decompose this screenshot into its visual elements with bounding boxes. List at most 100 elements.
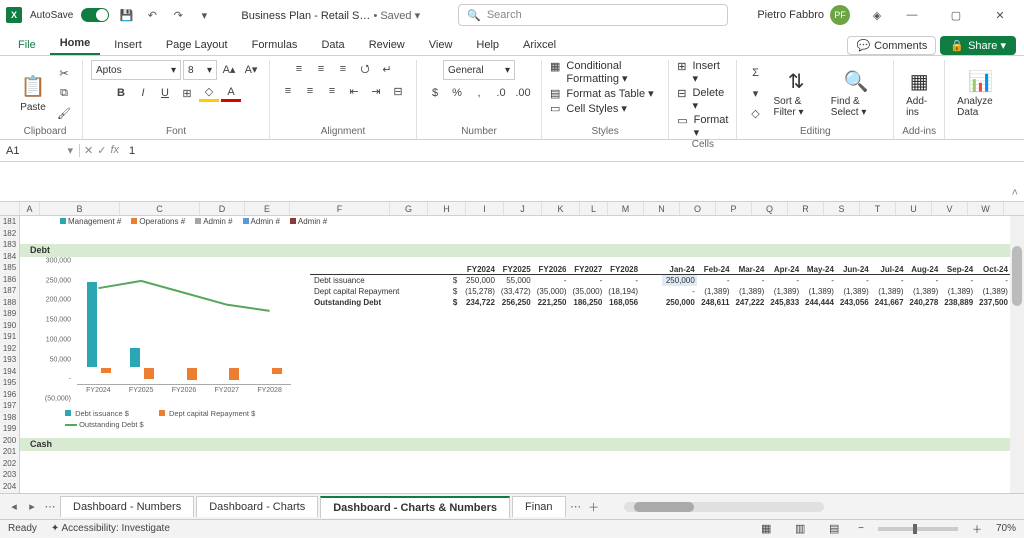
bold-button[interactable]: B [111,84,131,102]
cancel-fx-icon[interactable]: ✕ [84,144,93,157]
fmt-table-button[interactable]: ▤ Format as Table ▾ [550,87,654,100]
grid-area[interactable]: Management #Operations #Admin #Admin #Ad… [20,216,1010,493]
zoom-slider[interactable] [878,527,958,531]
sheet-tab[interactable]: Finan [512,496,566,517]
fill-icon[interactable]: ▾ [745,84,765,102]
zoom-level[interactable]: 70% [996,523,1016,534]
tab-formulas[interactable]: Formulas [242,35,308,55]
dec-dec-icon[interactable]: .00 [513,84,533,102]
new-sheet-button[interactable]: ＋ [586,499,602,515]
merge-icon[interactable]: ⊟ [388,82,408,100]
analyze-data-button[interactable]: 📊Analyze Data [953,66,1008,120]
align-left-icon[interactable]: ≡ [278,82,298,100]
view-break-icon[interactable]: ▤ [824,520,844,538]
tab-nav-prev[interactable]: ◂ [6,500,22,513]
view-normal-icon[interactable]: ▦ [756,520,776,538]
save-icon[interactable]: 💾 [117,6,135,24]
share-button[interactable]: 🔒 Share ▾ [940,36,1016,55]
fill-color-icon[interactable]: ◇ [199,84,219,102]
tab-review[interactable]: Review [359,35,415,55]
sheet-tab-active[interactable]: Dashboard - Charts & Numbers [320,496,510,518]
diamond-icon[interactable]: ◈ [868,6,886,24]
tab-file[interactable]: File [8,35,46,55]
qat-overflow-icon[interactable]: ▾ [195,6,213,24]
group-clipboard: 📋Paste ✂ ⧉ 🖌 Clipboard [8,60,83,139]
close-icon[interactable]: ✕ [982,1,1018,29]
sheet-tab[interactable]: Dashboard - Numbers [60,496,194,517]
column-headers[interactable]: ABCDEFGHIJKLMNOPQRSTUVW [0,202,1024,216]
format-painter-icon[interactable]: 🖌 [54,104,74,122]
autosave-toggle[interactable] [81,8,109,22]
copy-icon[interactable]: ⧉ [54,84,74,102]
addins-button[interactable]: ▦Add-ins [902,66,936,120]
tab-help[interactable]: Help [466,35,509,55]
vertical-scrollbar[interactable] [1010,216,1024,493]
minimize-icon[interactable]: — [894,1,930,29]
find-select-button[interactable]: 🔍Find & Select ▾ [827,66,885,120]
tab-insert[interactable]: Insert [104,35,152,55]
worksheet[interactable]: ABCDEFGHIJKLMNOPQRSTUVW 1811821831841851… [0,202,1024,493]
wrap-text-icon[interactable]: ↵ [377,60,397,78]
align-bot-icon[interactable]: ≡ [333,60,353,78]
group-styles: ▦ Conditional Formatting ▾ ▤ Format as T… [542,60,669,139]
horizontal-scrollbar[interactable] [624,502,824,512]
tab-nav-overflow[interactable]: ⋯ [568,500,584,513]
align-mid-icon[interactable]: ≡ [311,60,331,78]
sort-filter-button[interactable]: ⇅Sort & Filter ▾ [769,66,822,120]
group-font: Aptos▾ 8▾ A▴ A▾ B I U ⊞ ◇ A Font [83,60,270,139]
name-box[interactable]: A1▾ [0,144,80,157]
number-format-select[interactable]: General▾ [443,60,515,80]
currency-icon[interactable]: $ [425,84,445,102]
cond-fmt-button[interactable]: ▦ Conditional Formatting ▾ [550,60,660,85]
tab-home[interactable]: Home [50,33,101,55]
accessibility-status[interactable]: ✦ Accessibility: Investigate [51,523,170,534]
font-size-select[interactable]: 8▾ [183,60,217,80]
tab-nav-next[interactable]: ▸ [24,500,40,513]
autosum-icon[interactable]: Σ [745,64,765,82]
paste-button[interactable]: 📋Paste [16,72,50,115]
indent-dec-icon[interactable]: ⇤ [344,82,364,100]
view-layout-icon[interactable]: ▥ [790,520,810,538]
italic-button[interactable]: I [133,84,153,102]
insert-cells-button[interactable]: ⊞ Insert ▾ [677,60,728,85]
enter-fx-icon[interactable]: ✓ [97,144,106,157]
row-headers[interactable]: 1811821831841851861871881891901911921931… [0,216,20,493]
font-color-icon[interactable]: A [221,84,241,102]
search-input[interactable]: 🔍 Search [458,4,728,26]
underline-button[interactable]: U [155,84,175,102]
orientation-icon[interactable]: ⭯ [355,60,375,78]
borders-icon[interactable]: ⊞ [177,84,197,102]
sheet-tab[interactable]: Dashboard - Charts [196,496,318,517]
maximize-icon[interactable]: ▢ [938,1,974,29]
zoom-in-button[interactable]: ＋ [972,521,982,536]
collapse-fx-icon[interactable]: ˄ [1012,187,1018,199]
align-center-icon[interactable]: ≡ [300,82,320,100]
inc-dec-icon[interactable]: .0 [491,84,511,102]
tab-page-layout[interactable]: Page Layout [156,35,238,55]
cell-styles-button[interactable]: ▭ Cell Styles ▾ [550,102,627,115]
shrink-font-icon[interactable]: A▾ [241,60,261,78]
format-cells-button[interactable]: ▭ Format ▾ [677,114,728,139]
indent-inc-icon[interactable]: ⇥ [366,82,386,100]
undo-icon[interactable]: ↶ [143,6,161,24]
font-name-select[interactable]: Aptos▾ [91,60,181,80]
redo-icon[interactable]: ↷ [169,6,187,24]
fx-icon[interactable]: fx [110,144,119,157]
zoom-out-button[interactable]: − [858,523,864,534]
align-right-icon[interactable]: ≡ [322,82,342,100]
tab-arixcel[interactable]: Arixcel [513,35,566,55]
tab-nav-more[interactable]: ⋯ [42,500,58,513]
group-label [953,126,1008,139]
comma-icon[interactable]: , [469,84,489,102]
percent-icon[interactable]: % [447,84,467,102]
comments-button[interactable]: 💬 Comments [847,36,936,55]
clear-icon[interactable]: ◇ [745,104,765,122]
cut-icon[interactable]: ✂ [54,64,74,82]
tab-view[interactable]: View [419,35,463,55]
account-button[interactable]: Pietro Fabbro PF [757,5,850,25]
tab-data[interactable]: Data [311,35,354,55]
delete-cells-button[interactable]: ⊟ Delete ▾ [677,87,728,112]
formula-input[interactable]: 1 [123,145,1024,157]
align-top-icon[interactable]: ≡ [289,60,309,78]
grow-font-icon[interactable]: A▴ [219,60,239,78]
